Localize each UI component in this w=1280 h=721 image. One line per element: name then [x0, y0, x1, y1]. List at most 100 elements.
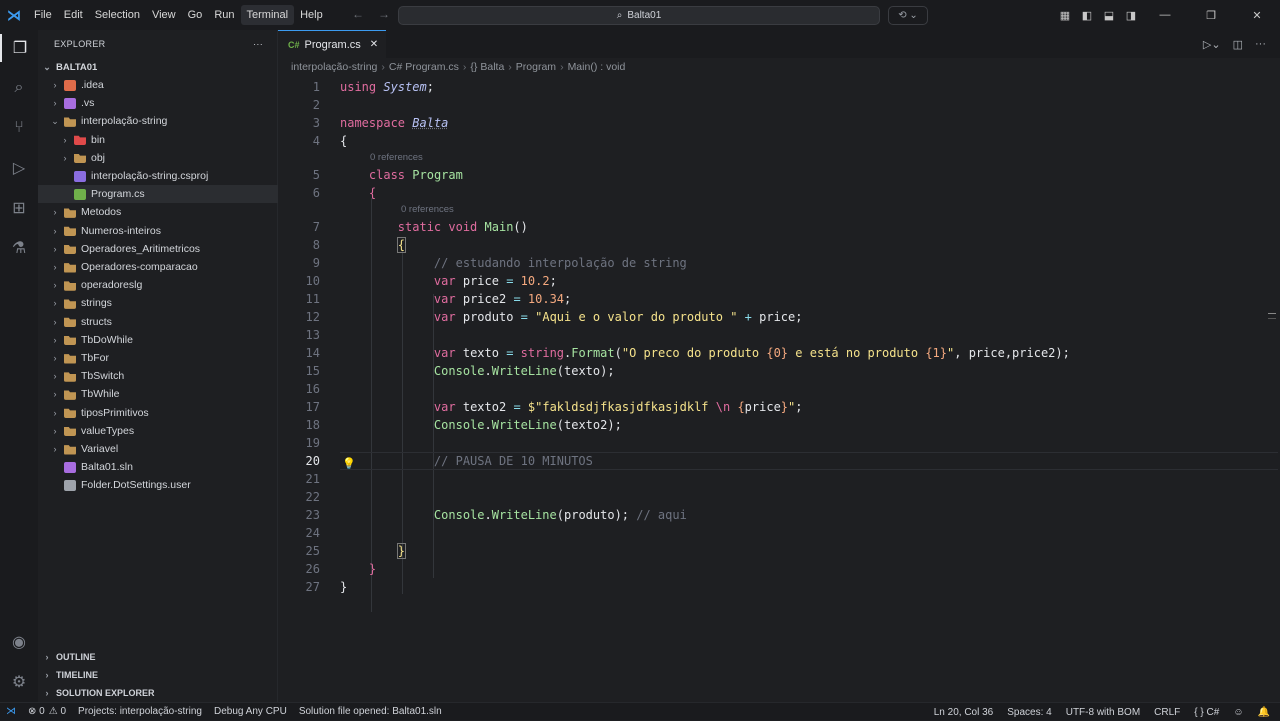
settings-gear-icon[interactable]: ⚙ [0, 668, 38, 696]
folder-icon [64, 263, 76, 273]
menu-go[interactable]: Go [182, 5, 209, 25]
maximize-button[interactable]: ❐ [1188, 9, 1234, 22]
toggle-panel-icon[interactable]: ⬓ [1098, 9, 1120, 22]
warnings-count[interactable]: ⚠ 0 [49, 706, 66, 717]
tree-item[interactable]: › TbFor [38, 349, 278, 367]
tree-item[interactable]: › valueTypes [38, 422, 278, 440]
testing-icon[interactable]: ⚗ [0, 234, 38, 262]
copilot-status-icon[interactable]: ☺ [1233, 707, 1243, 718]
tree-item-label: TbWhile [81, 388, 120, 401]
folder-icon [64, 408, 76, 419]
indentation[interactable]: Spaces: 4 [1007, 707, 1051, 718]
breadcrumb-folder[interactable]: interpolação-string [291, 61, 377, 73]
language-mode[interactable]: { } C# [1194, 707, 1219, 718]
tree-item[interactable]: › structs [38, 313, 278, 331]
folder-icon [64, 281, 76, 291]
tree-item[interactable]: › obj [38, 149, 278, 167]
command-center-search[interactable]: ⌕ Balta01 [398, 6, 880, 25]
tree-item[interactable]: › Variavel [38, 440, 278, 458]
breadcrumb-file[interactable]: C# Program.cs [389, 61, 459, 73]
tree-item[interactable]: › tiposPrimitivos [38, 404, 278, 422]
encoding[interactable]: UTF-8 with BOM [1066, 707, 1140, 718]
debug-config[interactable]: Debug Any CPU [214, 706, 287, 717]
panel-header-solution-explorer[interactable]: › SOLUTION EXPLORER [38, 684, 278, 702]
chevron-icon: › [53, 207, 57, 218]
explorer-sidebar: EXPLORER ··· ⌄ BALTA01 › .idea › .vs ⌄ interpol… [38, 30, 278, 702]
menu-view[interactable]: View [146, 5, 182, 25]
close-window-button[interactable]: ✕ [1234, 9, 1280, 22]
source-control-icon[interactable]: ⑂ [0, 114, 38, 142]
tree-item[interactable]: › TbWhile [38, 385, 278, 403]
chevron-icon: › [53, 298, 57, 309]
code-editor[interactable]: 1 using System; 2 3 namespace Balta 4{ 0 r… [278, 78, 1280, 658]
tree-item[interactable]: › TbSwitch [38, 367, 278, 385]
breadcrumb-class[interactable]: Program [516, 61, 556, 73]
forward-arrow-icon[interactable]: → [378, 7, 390, 21]
tree-item-label: TbFor [81, 352, 110, 364]
run-icon[interactable]: ▷⌄ [1203, 38, 1221, 51]
tab-program-cs[interactable]: C# Program.cs ✕ [278, 30, 387, 58]
folder-icon [64, 208, 76, 218]
close-tab-icon[interactable]: ✕ [370, 39, 378, 50]
tree-item[interactable]: Folder.DotSettings.user [38, 476, 278, 494]
run-debug-icon[interactable]: ▷ [0, 154, 38, 182]
line-ending[interactable]: CRLF [1154, 707, 1180, 718]
chevron-icon: › [53, 80, 57, 90]
codelens-class-references[interactable]: 0 references [370, 152, 423, 163]
panel-header-timeline[interactable]: › TIMELINE [38, 666, 278, 684]
tree-item[interactable]: Balta01.sln [38, 458, 278, 476]
tree-item-label: Operadores-comparacao [81, 261, 198, 273]
chevron-icon: › [53, 444, 57, 454]
tree-item[interactable]: › operadoreslg [38, 276, 278, 294]
menu-terminal[interactable]: Terminal [240, 5, 295, 25]
customize-layout-icon[interactable]: ▦ [1054, 9, 1076, 22]
remote-icon[interactable]: ⋊ [6, 706, 16, 717]
explorer-root-folder[interactable]: ⌄ BALTA01 [38, 58, 278, 76]
tree-item[interactable]: interpolação-string.csproj [38, 167, 278, 185]
tree-item[interactable]: › Operadores_Aritimetricos [38, 240, 278, 258]
tree-item[interactable]: › bin [38, 131, 278, 149]
menu-run[interactable]: Run [208, 5, 240, 25]
explorer-icon[interactable]: ❐ [0, 34, 38, 62]
tree-item[interactable]: › .idea [38, 76, 278, 94]
errors-count[interactable]: ⊗ 0 [28, 706, 45, 717]
idea-icon [64, 79, 76, 91]
menu-selection[interactable]: Selection [89, 5, 146, 25]
tree-item[interactable]: › Numeros-inteiros [38, 222, 278, 240]
tree-item[interactable]: › TbDoWhile [38, 331, 278, 349]
breadcrumb-namespace[interactable]: {} Balta [470, 61, 504, 73]
notifications-bell-icon[interactable]: 🔔 [1258, 707, 1270, 718]
tree-item[interactable]: › strings [38, 294, 278, 312]
cursor-position[interactable]: Ln 20, Col 36 [934, 707, 994, 718]
codelens-method-references[interactable]: 0 references [401, 204, 454, 215]
menu-file[interactable]: File [28, 5, 58, 25]
tree-item[interactable]: › Metodos [38, 203, 278, 221]
chevron-down-icon: ⌄ [43, 61, 51, 72]
tree-item[interactable]: › Operadores-comparacao [38, 258, 278, 276]
projects-status[interactable]: Projects: interpolação-string [78, 706, 202, 717]
tree-item[interactable]: Program.cs [38, 185, 278, 204]
search-activity-icon[interactable]: ⌕ [0, 74, 38, 102]
solution-status[interactable]: Solution file opened: Balta01.sln [299, 706, 442, 717]
menu-help[interactable]: Help [294, 5, 329, 25]
chevron-icon: › [53, 98, 57, 109]
extensions-icon[interactable]: ⊞ [0, 194, 38, 222]
more-actions-icon[interactable]: ··· [253, 39, 263, 49]
tree-item[interactable]: › .vs [38, 94, 278, 112]
activity-bar: ❐ ⌕ ⑂ ▷ ⊞ ⚗ ◉ ⚙ [0, 30, 38, 702]
folder-icon [64, 372, 76, 382]
breadcrumb-method[interactable]: Main() : void [568, 61, 626, 73]
copilot-button[interactable]: ⟲ ⌄ [888, 6, 928, 25]
more-editor-actions-icon[interactable]: ··· [1255, 38, 1266, 51]
toggle-sidebar-icon[interactable]: ◧ [1076, 9, 1098, 22]
chevron-icon: › [53, 425, 57, 436]
tree-item-label: Program.cs [91, 188, 145, 201]
split-editor-icon[interactable]: ◫ [1233, 38, 1243, 51]
minimize-button[interactable]: — [1142, 9, 1188, 21]
account-icon[interactable]: ◉ [0, 628, 38, 656]
menu-edit[interactable]: Edit [58, 5, 89, 25]
panel-header-outline[interactable]: › OUTLINE [38, 648, 278, 666]
back-arrow-icon[interactable]: ← [352, 7, 364, 21]
tree-item[interactable]: ⌄ interpolação-string [38, 112, 278, 130]
toggle-secondary-sidebar-icon[interactable]: ◨ [1120, 9, 1142, 22]
